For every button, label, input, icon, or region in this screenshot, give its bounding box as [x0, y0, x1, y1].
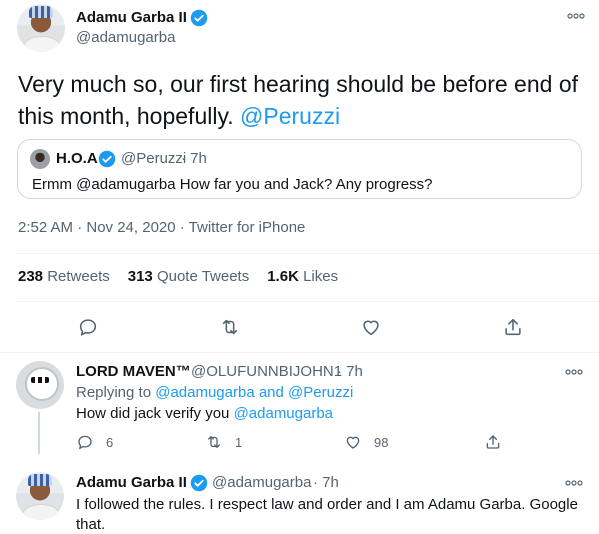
retweets-count: 238	[18, 268, 44, 285]
author-name[interactable]: Adamu Garba II	[76, 9, 187, 26]
quotes-label: Quote Tweets	[156, 268, 250, 285]
quoted-tweet-text: Ermm @adamugarba How far you and Jack? A…	[32, 176, 433, 193]
avatar-lord-maven[interactable]	[16, 361, 64, 409]
quotes-count: 313	[127, 268, 153, 285]
quoted-author-handle: @Peruzzi	[121, 150, 187, 167]
reply-button[interactable]	[77, 316, 99, 338]
reply-button[interactable]: 6	[76, 433, 113, 451]
engagement-stats: 238 Retweets 313 Quote Tweets 1.6K Likes	[18, 268, 356, 285]
quote-tweets-stat[interactable]: 313 Quote Tweets	[128, 268, 249, 285]
retweet-button[interactable]: 1	[205, 433, 242, 451]
like-button[interactable]: 98	[344, 433, 388, 451]
more-icon[interactable]	[565, 369, 583, 375]
reply-icon	[79, 319, 97, 336]
like-button[interactable]	[360, 316, 382, 338]
mention-link[interactable]: @adamugarba	[234, 405, 333, 422]
share-icon	[486, 435, 500, 449]
replying-to-label: Replying to	[76, 384, 156, 401]
likes-count: 1.6K	[267, 268, 299, 285]
mention-link[interactable]: @Peruzzi	[240, 103, 340, 129]
reply-text: How did jack verify you @adamugarba	[76, 405, 333, 422]
reply-author-handle[interactable]: @adamugarba	[212, 474, 311, 491]
retweets-label: Retweets	[47, 268, 110, 285]
thread-line	[38, 412, 40, 454]
retweet-button[interactable]	[219, 316, 241, 338]
author-handle[interactable]: @adamugarba	[76, 29, 175, 46]
tweet-metadata[interactable]: 2:52 AM · Nov 24, 2020 · Twitter for iPh…	[18, 219, 305, 236]
like-count: 98	[374, 434, 389, 450]
reply-count: 6	[106, 434, 114, 450]
likes-label: Likes	[303, 268, 339, 285]
share-button[interactable]	[502, 316, 524, 338]
section-separator	[0, 352, 599, 353]
reply-text-body: How did jack verify you	[76, 405, 234, 422]
likes-stat[interactable]: 1.6K Likes	[267, 268, 338, 285]
reply-author-handle[interactable]: @OLUFUNNBIJOHN1	[191, 363, 342, 380]
avatar-hoa	[30, 149, 50, 169]
reply-timestamp[interactable]: · 7h	[313, 474, 339, 491]
retweet-count: 1	[235, 434, 243, 450]
reply-icon	[78, 435, 92, 450]
share-icon	[505, 318, 521, 336]
like-icon	[346, 436, 360, 449]
more-icon[interactable]	[565, 480, 583, 486]
replying-to-line: Replying to @adamugarba and @Peruzzi	[76, 384, 353, 401]
avatar-adamu[interactable]	[17, 4, 65, 52]
quoted-tweet-card[interactable]: H.O.A @Peruzzi · 7h Ermm @adamugarba How…	[17, 139, 582, 199]
retweet-icon	[208, 436, 220, 448]
share-button[interactable]	[484, 433, 514, 451]
verified-badge-icon	[190, 474, 208, 492]
tweet-text: Very much so, our first hearing should b…	[18, 68, 588, 132]
verified-badge-icon	[190, 9, 208, 27]
reply-text-line-2: that.	[76, 516, 106, 533]
verified-badge-icon	[98, 150, 116, 168]
divider	[17, 301, 599, 302]
like-icon	[363, 320, 379, 336]
quoted-author-name: H.O.A	[56, 150, 98, 167]
retweet-icon	[222, 319, 238, 335]
reply-author-name[interactable]: Adamu Garba II	[76, 474, 187, 491]
reply-text-line-1: I followed the rules. I respect law and …	[76, 496, 578, 513]
reply-text: I followed the rules. I respect law and …	[76, 495, 578, 534]
replying-to-accounts[interactable]: @adamugarba and @Peruzzi	[155, 384, 353, 401]
reply-timestamp[interactable]: · 7h	[337, 363, 363, 380]
divider	[17, 253, 599, 254]
avatar-adamu[interactable]	[16, 472, 64, 520]
quoted-timestamp: · 7h	[181, 150, 207, 167]
retweets-stat[interactable]: 238 Retweets	[18, 268, 110, 285]
reply-author-name[interactable]: LORD MAVEN™	[76, 363, 191, 380]
more-icon[interactable]	[567, 13, 585, 19]
